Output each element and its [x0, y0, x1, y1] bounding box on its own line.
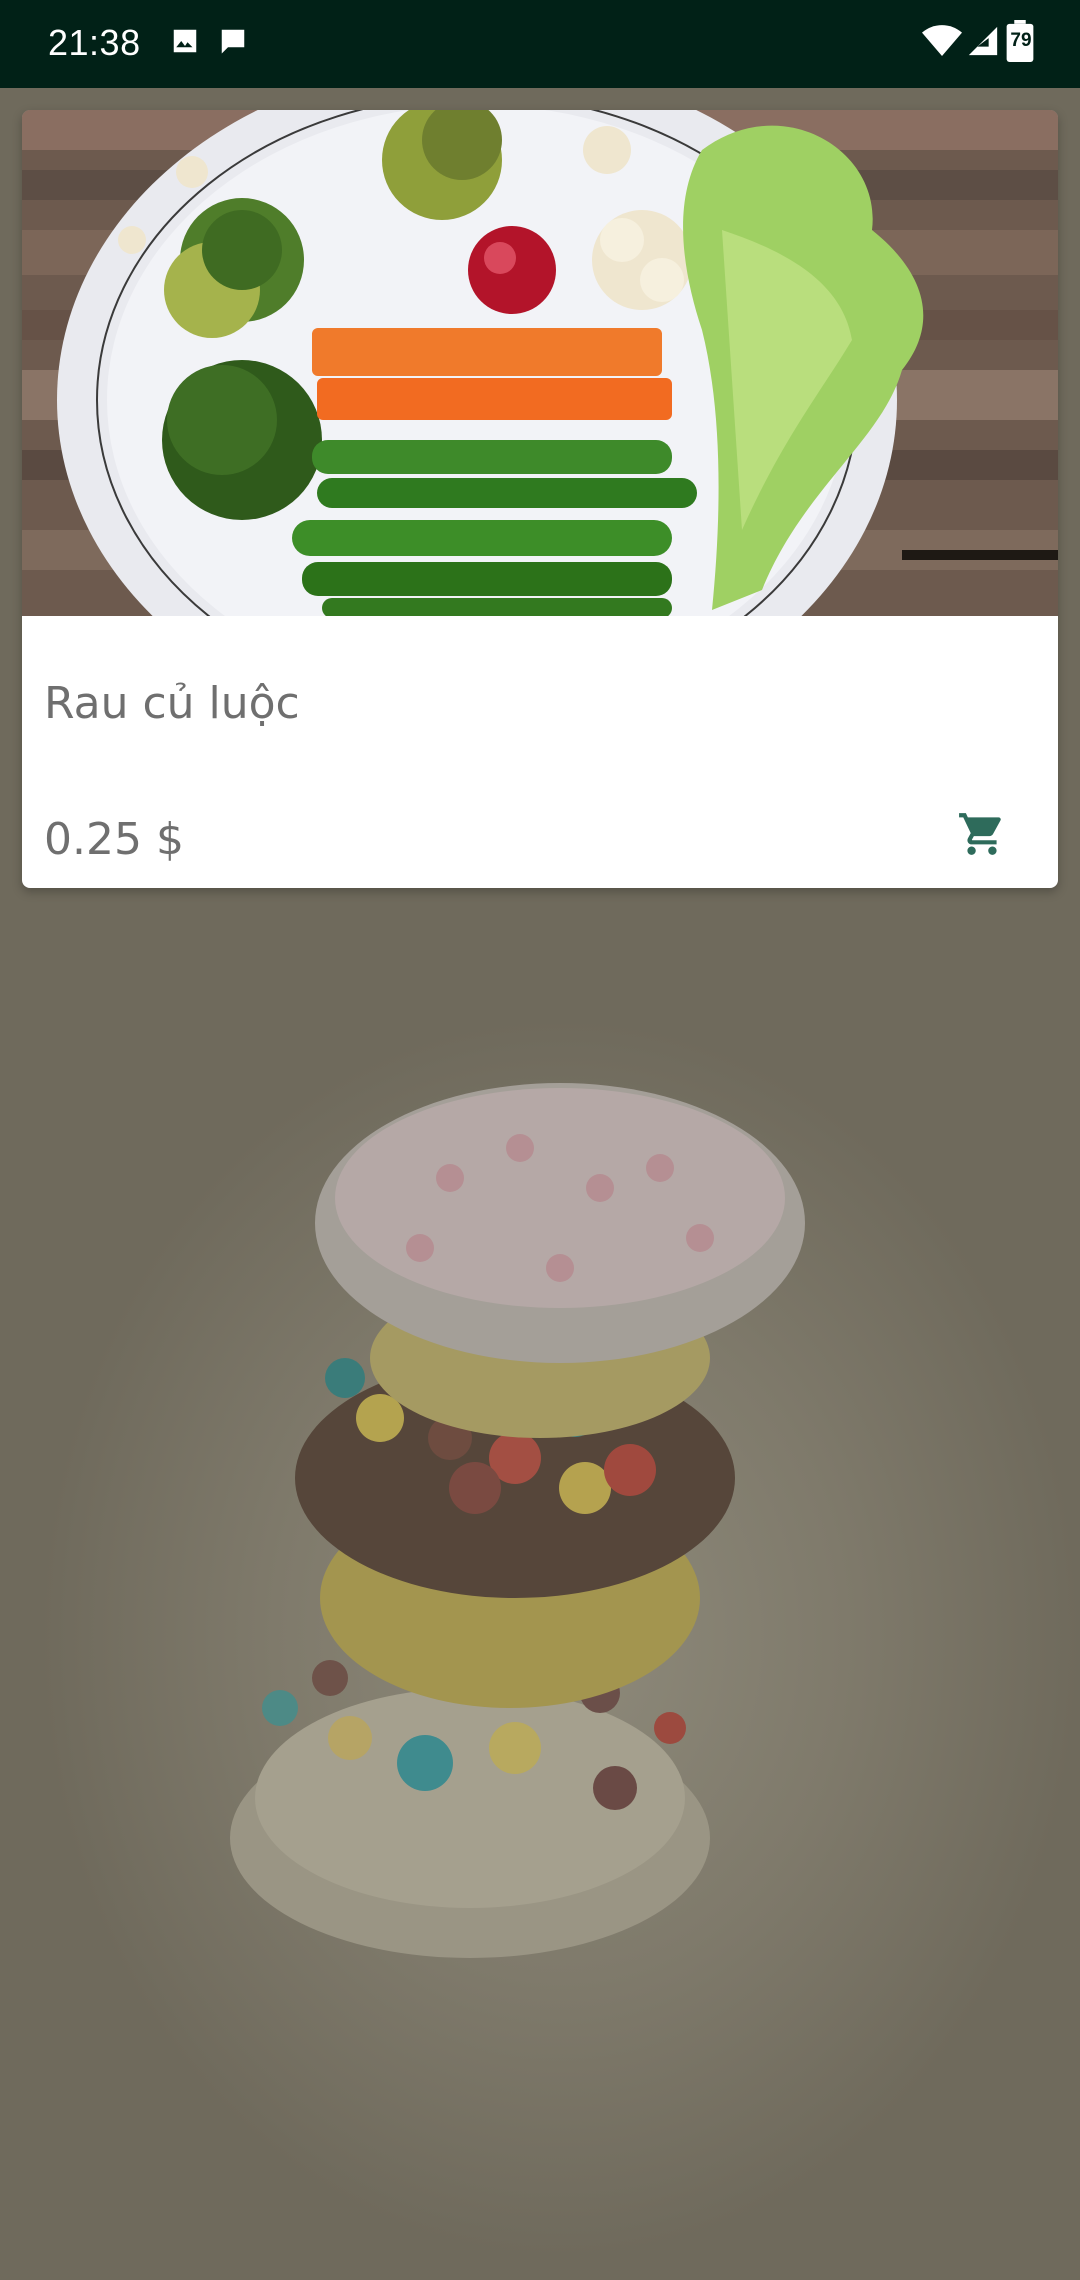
product-image: [22, 110, 1058, 616]
status-time: 21:38: [48, 22, 141, 63]
battery-level: 79: [1010, 30, 1032, 51]
signal-icon: [968, 26, 998, 56]
gallery-icon: [173, 29, 197, 53]
product-card[interactable]: Rau củ luộc 0.25 $: [22, 110, 1058, 888]
add-to-cart-button[interactable]: [952, 804, 1012, 864]
wifi-icon: [922, 25, 962, 56]
status-bar: 21:38 79: [0, 0, 1080, 88]
product-name: Rau củ luộc: [44, 678, 300, 729]
product-price: 0.25 $: [44, 814, 184, 865]
message-icon: [221, 29, 245, 54]
cart-icon: [959, 813, 1001, 855]
